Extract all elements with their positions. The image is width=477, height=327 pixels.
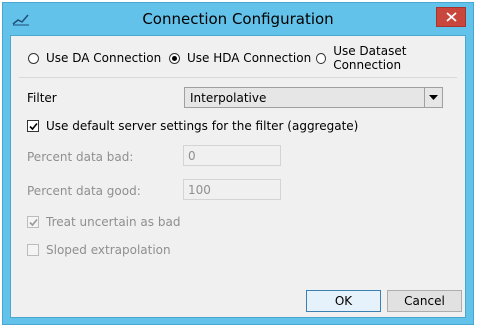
percent-good-label: Percent data good: — [27, 184, 141, 198]
radio-dataset-label: Use Dataset Connection — [333, 44, 407, 72]
sloped-extrapolation-checkbox[interactable] — [27, 244, 39, 256]
filter-value: Interpolative — [190, 91, 267, 105]
checkmark-icon — [29, 122, 38, 131]
percent-bad-input[interactable]: 0 — [183, 145, 281, 166]
filter-dropdown[interactable]: Interpolative — [184, 87, 443, 108]
percent-bad-label: Percent data bad: — [27, 150, 134, 164]
checkmark-icon — [29, 218, 38, 227]
dialog-content: Use DA Connection Use HDA Connection Use… — [10, 35, 466, 318]
close-button[interactable] — [436, 7, 466, 27]
radio-button[interactable] — [28, 52, 39, 64]
radio-hda-label: Use HDA Connection — [187, 51, 312, 65]
title-bar[interactable]: Connection Configuration — [3, 3, 473, 35]
radio-dataset-connection[interactable]: Use Dataset Connection — [316, 44, 465, 72]
chevron-down-icon — [429, 95, 438, 100]
dialog-window: Connection Configuration Use DA Connecti… — [2, 2, 474, 325]
cancel-button[interactable]: Cancel — [387, 290, 462, 312]
default-settings-checkbox[interactable] — [27, 120, 39, 132]
separator — [19, 77, 457, 78]
treat-uncertain-checkbox[interactable] — [27, 216, 39, 228]
filter-label: Filter — [27, 91, 57, 105]
radio-button[interactable] — [169, 52, 180, 64]
dropdown-arrow[interactable] — [424, 88, 442, 107]
ok-button[interactable]: OK — [306, 290, 381, 312]
close-icon — [446, 12, 457, 22]
radio-da-connection[interactable]: Use DA Connection — [28, 50, 161, 66]
radio-da-label: Use DA Connection — [46, 51, 162, 65]
percent-good-input[interactable]: 100 — [183, 179, 281, 200]
treat-uncertain-label: Treat uncertain as bad — [46, 215, 181, 229]
window-title: Connection Configuration — [142, 10, 334, 28]
sloped-extrapolation-label: Sloped extrapolation — [46, 243, 171, 257]
radio-button[interactable] — [316, 52, 327, 64]
default-settings-label: Use default server settings for the filt… — [46, 119, 359, 133]
radio-hda-connection[interactable]: Use HDA Connection — [169, 50, 311, 66]
